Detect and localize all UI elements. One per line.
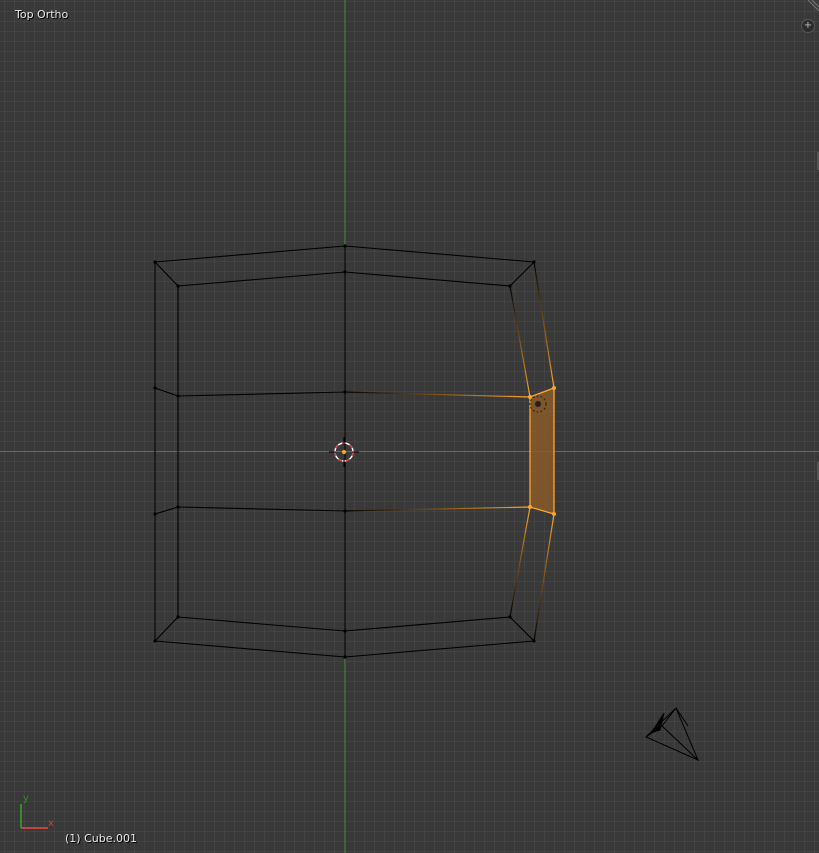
add-region-button[interactable]: +: [801, 19, 815, 33]
axis-gizmo-icon: y x: [20, 793, 54, 829]
corner-grip-icon[interactable]: [807, 0, 819, 12]
axis-gizmo-y-label: y: [23, 793, 29, 804]
camera-icon[interactable]: [645, 707, 699, 761]
viewport-canvas[interactable]: y x: [0, 0, 819, 853]
view-name-label: Top Ortho: [15, 8, 69, 21]
3d-cursor-icon[interactable]: [329, 437, 359, 467]
selected-face[interactable]: [530, 388, 554, 514]
3d-viewport[interactable]: y x Top Ortho (1) Cube.001 +: [0, 0, 819, 853]
active-object-label: (1) Cube.001: [65, 832, 137, 845]
axis-gizmo-x-label: x: [48, 818, 54, 829]
